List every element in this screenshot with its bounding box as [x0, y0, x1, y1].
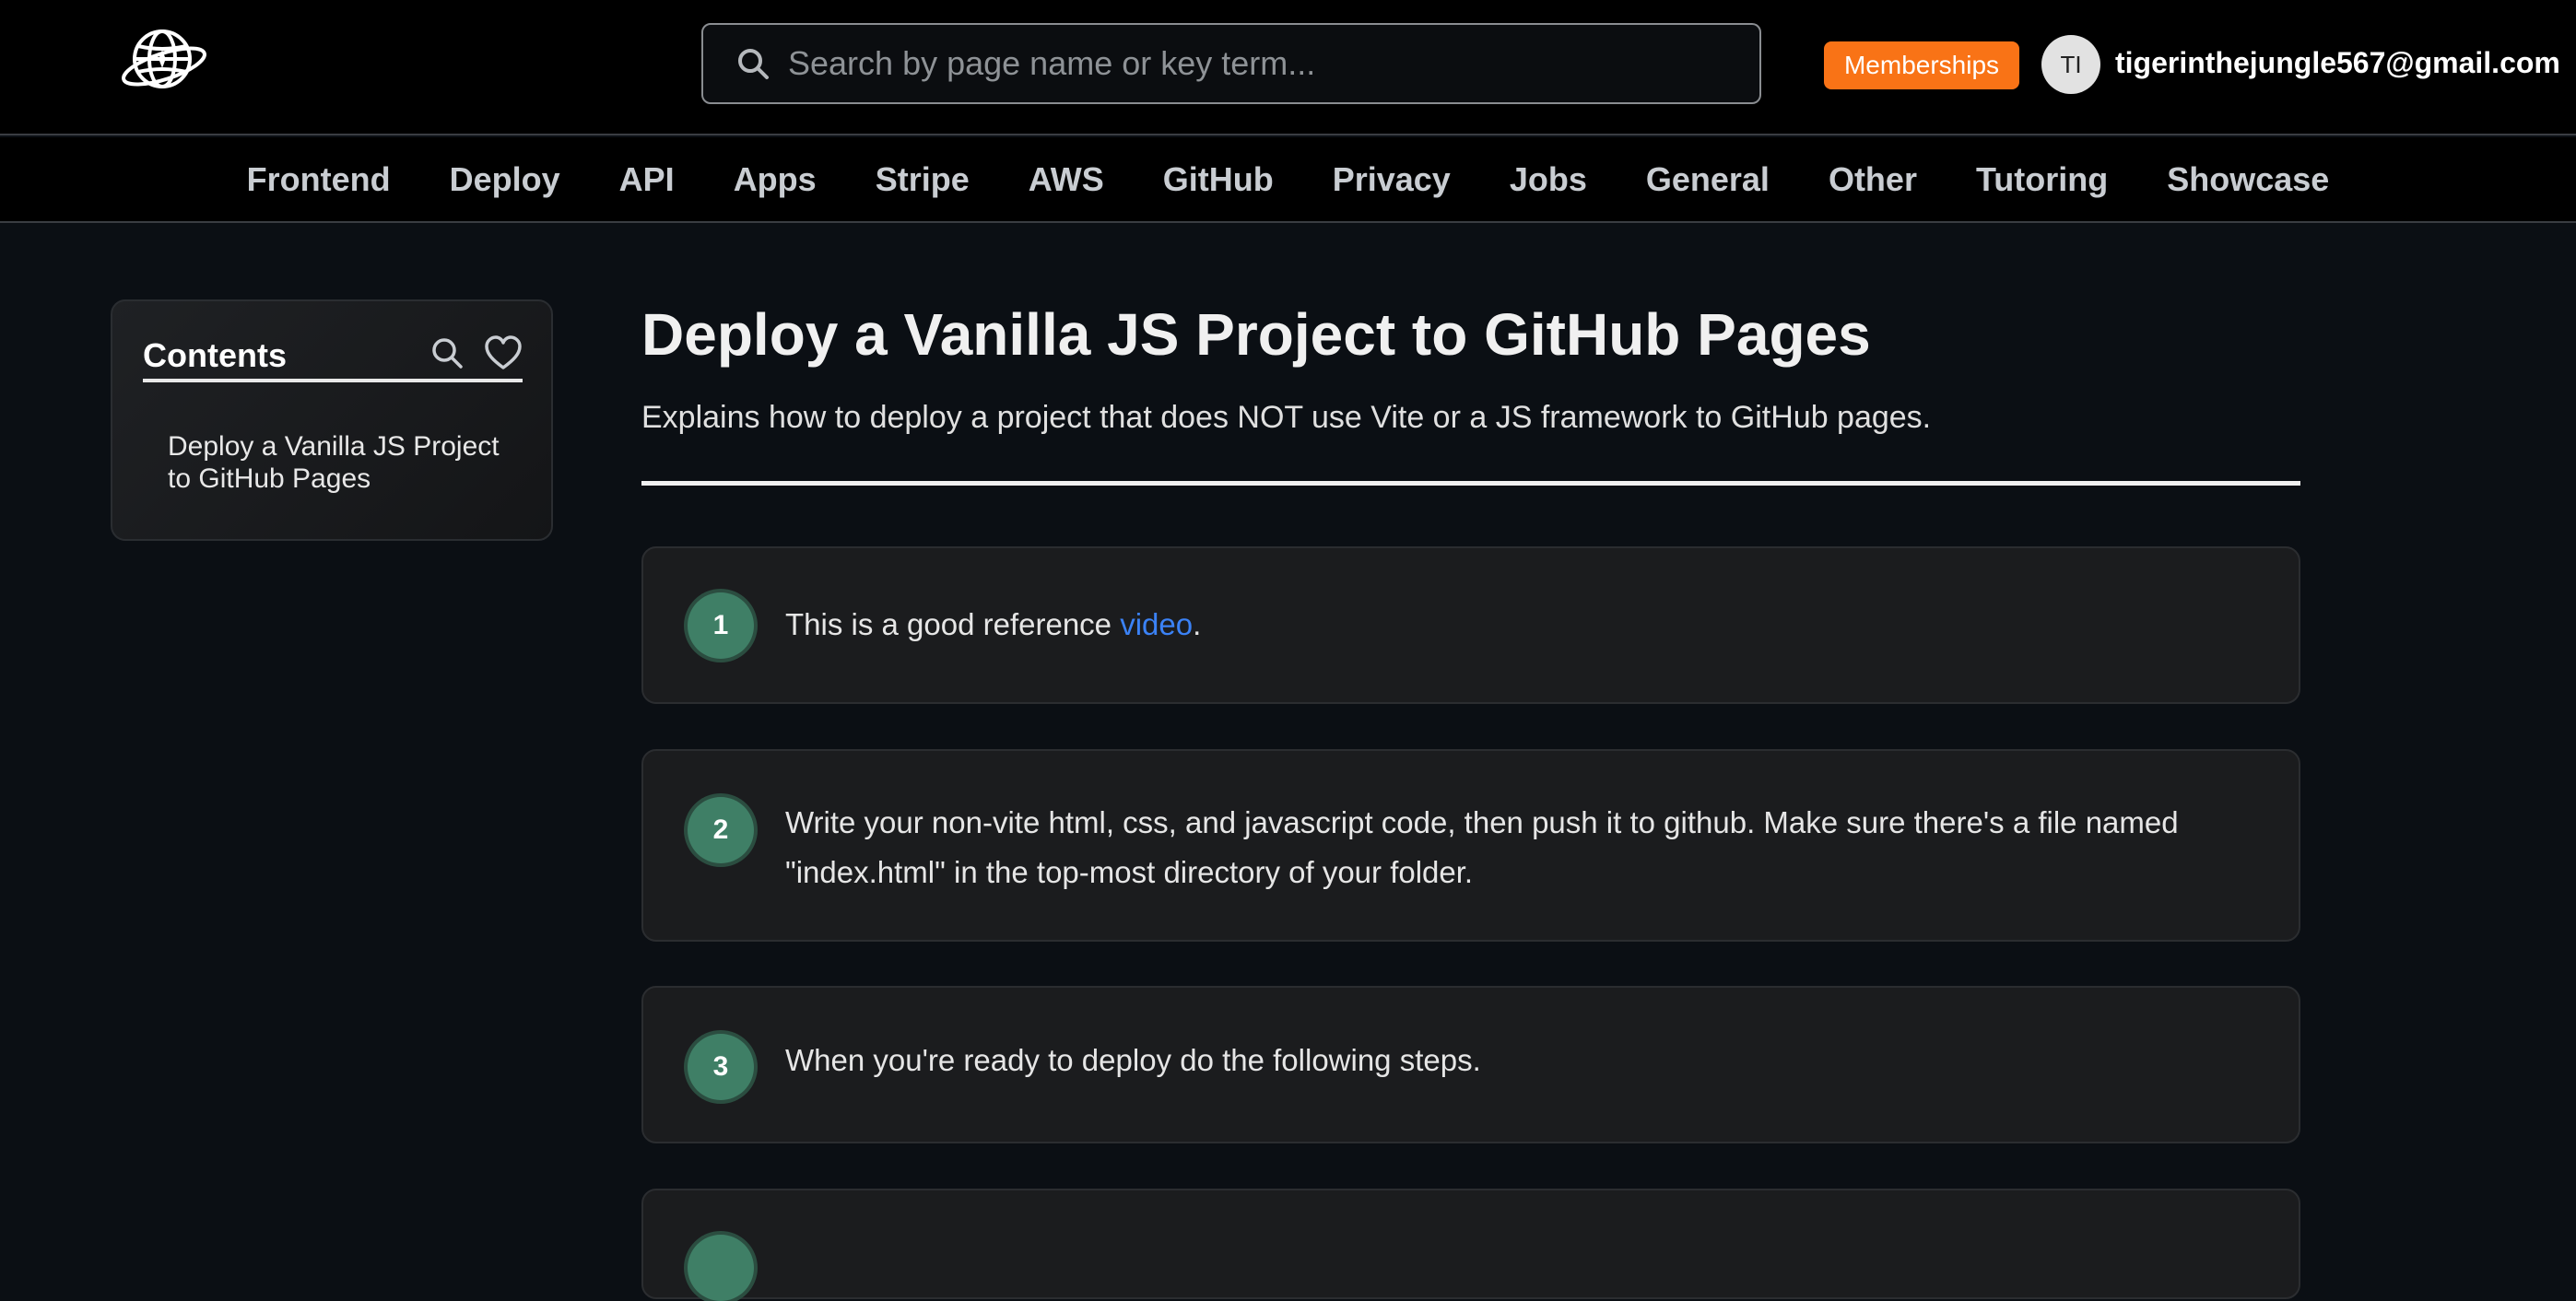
- nav-item-general[interactable]: General: [1617, 160, 1799, 199]
- step-card: 1 This is a good reference video.: [641, 546, 2300, 704]
- step-text-part: This is a good reference: [785, 607, 1121, 641]
- globe-logo-icon[interactable]: [118, 22, 210, 96]
- nav-item-api[interactable]: API: [590, 160, 704, 199]
- step-number: 3: [688, 1034, 754, 1100]
- page-subtitle: Explains how to deploy a project that do…: [641, 400, 1932, 435]
- search-icon: [738, 49, 769, 79]
- contents-header: Contents: [143, 331, 523, 382]
- step-number: [688, 1235, 754, 1301]
- step-text: Write your non-vite html, css, and javas…: [785, 805, 2179, 889]
- step-card: 2 Write your non-vite html, css, and jav…: [641, 749, 2300, 942]
- page-title: Deploy a Vanilla JS Project to GitHub Pa…: [641, 301, 1871, 368]
- contents-title: Contents: [143, 336, 287, 374]
- avatar[interactable]: TI: [2041, 35, 2100, 94]
- divider: [641, 481, 2300, 486]
- video-link[interactable]: video: [1120, 607, 1193, 641]
- contents-item[interactable]: Deploy a Vanilla JS Project to GitHub Pa…: [168, 430, 518, 495]
- category-nav: Frontend Deploy API Apps Stripe AWS GitH…: [0, 137, 2576, 223]
- nav-item-privacy[interactable]: Privacy: [1303, 160, 1480, 199]
- nav-item-deploy[interactable]: Deploy: [420, 160, 590, 199]
- heart-icon[interactable]: [484, 334, 523, 371]
- memberships-button[interactable]: Memberships: [1824, 41, 2019, 89]
- step-number: 1: [688, 592, 754, 659]
- search-bar[interactable]: [701, 23, 1761, 104]
- nav-item-aws[interactable]: AWS: [999, 160, 1134, 199]
- top-bar: Memberships TI tigerinthejungle567@gmail…: [0, 0, 2576, 135]
- nav-item-other[interactable]: Other: [1799, 160, 1947, 199]
- nav-item-showcase[interactable]: Showcase: [2137, 160, 2358, 199]
- nav-item-github[interactable]: GitHub: [1134, 160, 1303, 199]
- step-text-part: .: [1193, 607, 1202, 641]
- nav-item-stripe[interactable]: Stripe: [846, 160, 999, 199]
- nav-item-apps[interactable]: Apps: [704, 160, 846, 199]
- step-number: 2: [688, 797, 754, 863]
- nav-item-jobs[interactable]: Jobs: [1480, 160, 1617, 199]
- step-text: When you're ready to deploy do the follo…: [785, 1043, 1481, 1077]
- step-text: This is a good reference video.: [785, 600, 2188, 650]
- search-input[interactable]: [788, 36, 1759, 91]
- step-card: 3 When you're ready to deploy do the fol…: [641, 986, 2300, 1143]
- contents-panel: Contents Deploy a Vanilla JS Project to …: [111, 299, 553, 541]
- user-email[interactable]: tigerinthejungle567@gmail.com: [2115, 46, 2560, 80]
- step-card: [641, 1189, 2300, 1301]
- nav-item-frontend[interactable]: Frontend: [218, 160, 420, 199]
- nav-item-tutoring[interactable]: Tutoring: [1947, 160, 2137, 199]
- search-icon[interactable]: [429, 334, 465, 371]
